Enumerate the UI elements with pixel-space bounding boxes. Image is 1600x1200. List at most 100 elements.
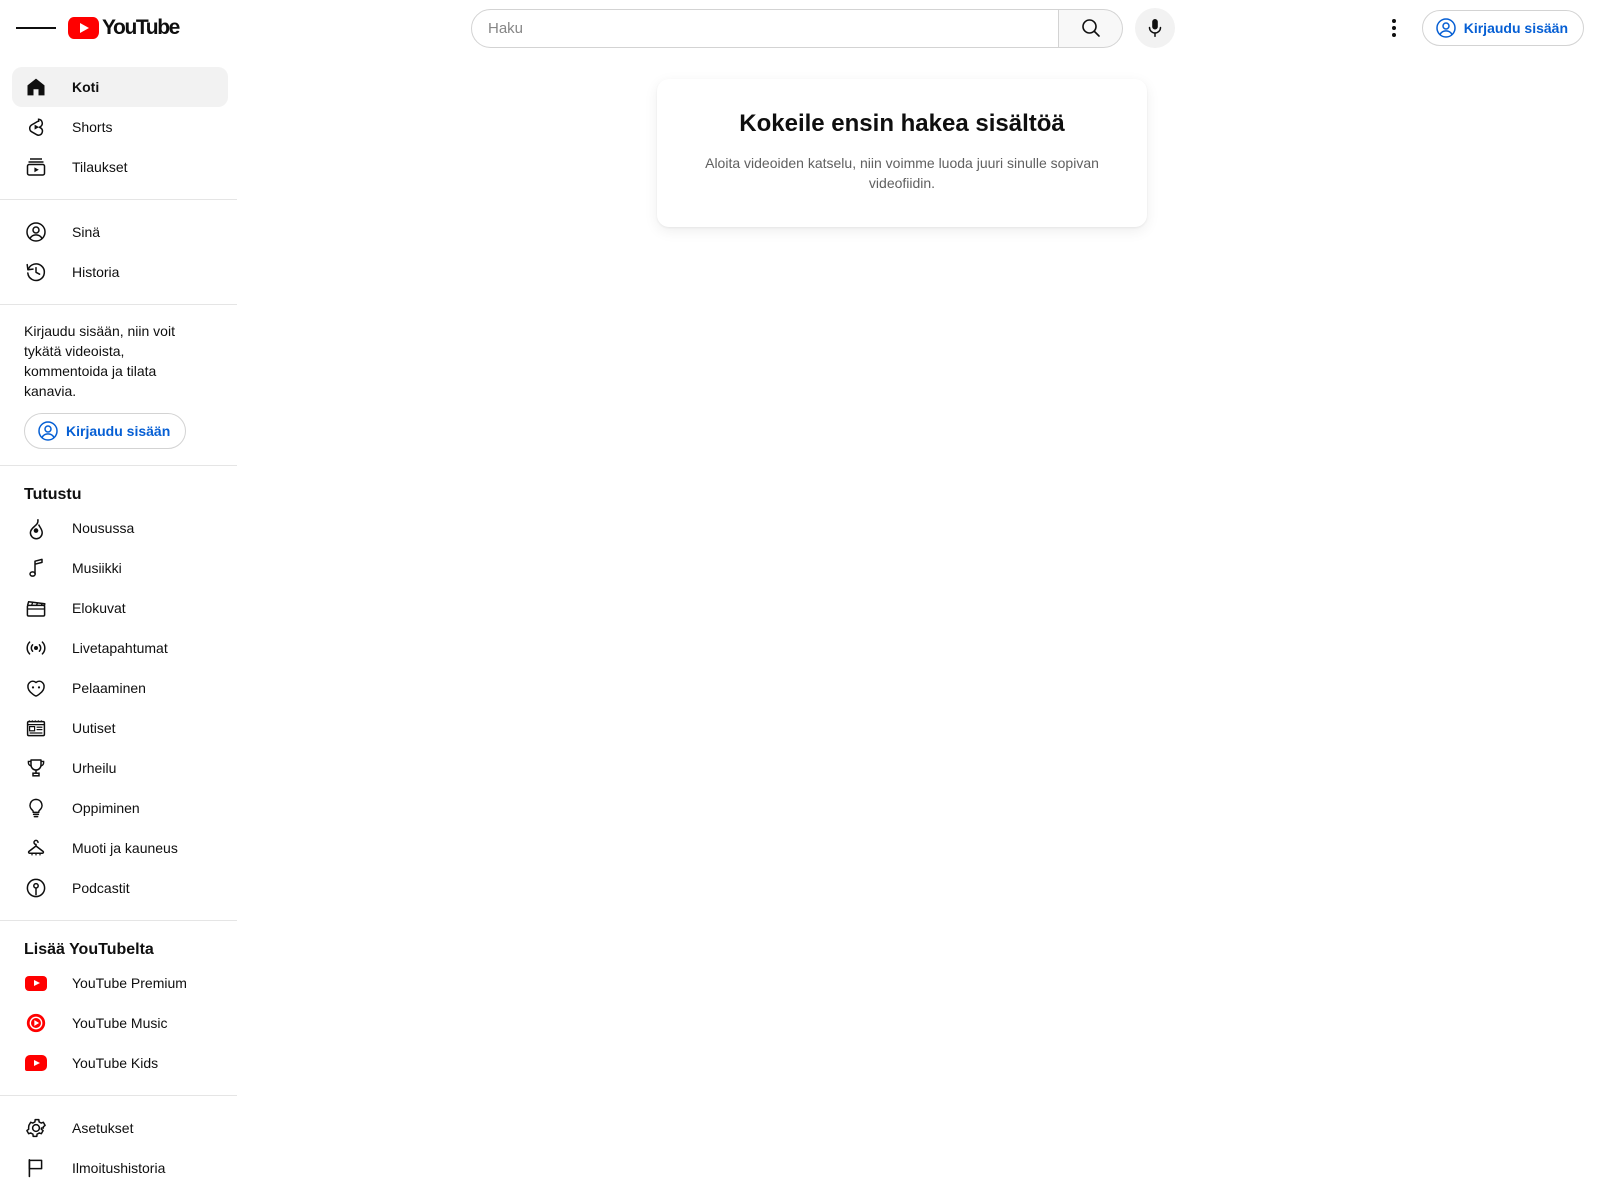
home-icon	[24, 75, 48, 99]
sidebar-label: Tilaukset	[72, 159, 128, 175]
sidebar-item-elokuvat[interactable]: Elokuvat	[12, 588, 228, 628]
kids-badge	[25, 1055, 47, 1071]
hanger-icon	[24, 836, 48, 860]
sidebar-item-youtube-music[interactable]: YouTube Music	[12, 1003, 228, 1043]
youtube-music-icon	[24, 1011, 48, 1035]
shorts-icon	[24, 115, 48, 139]
kebab-dot	[1391, 25, 1396, 30]
signin-button-label: Kirjaudu sisään	[66, 423, 171, 439]
sidebar-item-uutiset[interactable]: Uutiset	[12, 708, 228, 748]
sidebar-item-tilaukset[interactable]: Tilaukset	[12, 147, 228, 187]
signin-button-header[interactable]: Kirjaudu sisään	[1421, 9, 1584, 46]
play-triangle	[34, 1060, 40, 1066]
sidebar-footer-section: Asetukset Ilmoitushistoria	[0, 1096, 240, 1200]
topbar-left-group: YouTube	[16, 0, 180, 55]
newspaper-icon	[24, 716, 48, 740]
sidebar-label: Historia	[72, 264, 120, 280]
sidebar-item-podcastit[interactable]: Podcastit	[12, 868, 228, 908]
flag-icon	[24, 1156, 48, 1180]
sidebar-item-ilmoitushistoria[interactable]: Ilmoitushistoria	[12, 1148, 228, 1188]
sidebar-item-youtube-premium[interactable]: YouTube Premium	[12, 963, 228, 1003]
sidebar-label: Ilmoitushistoria	[72, 1160, 166, 1176]
sidebar-label: Urheilu	[72, 760, 117, 776]
sidebar-label: YouTube Music	[72, 1015, 168, 1031]
sidebar-label: Oppiminen	[72, 800, 140, 816]
kebab-dot	[1391, 32, 1396, 37]
youtube-play-icon	[68, 16, 99, 39]
sidebar-label: Uutiset	[72, 720, 116, 736]
podcast-icon	[24, 876, 48, 900]
sidebar-item-pelaaminen[interactable]: Pelaaminen	[12, 668, 228, 708]
hamburger-bar	[16, 26, 30, 29]
sidebar-item-nousussa[interactable]: Nousussa	[12, 508, 228, 548]
sidebar-label: Musiikki	[72, 560, 122, 576]
youtube-premium-icon	[24, 971, 48, 995]
voice-search-button[interactable]	[1135, 8, 1175, 48]
search-button[interactable]	[1059, 8, 1123, 48]
play-triangle	[34, 980, 40, 986]
music-note-icon	[24, 556, 48, 580]
sidebar-item-oppiminen[interactable]: Oppiminen	[12, 788, 228, 828]
youtube-logo-text: YouTube	[102, 15, 180, 39]
main-content: Kokeile ensin hakea sisältöä Aloita vide…	[240, 55, 1600, 1200]
youtube-kids-icon	[24, 1051, 48, 1075]
sidebar-item-koti[interactable]: Koti	[12, 67, 228, 107]
sidebar-label: YouTube Premium	[72, 975, 187, 991]
sidebar-explore-section: Tutustu Nousussa Musiikki Elokuvat Livet…	[0, 466, 240, 920]
sidebar-label: Nousussa	[72, 520, 135, 536]
subscriptions-icon	[24, 155, 48, 179]
search-area	[471, 8, 1175, 48]
sidebar-label: Asetukset	[72, 1120, 134, 1136]
sidebar-item-livetapahtumat[interactable]: Livetapahtumat	[12, 628, 228, 668]
sidebar-label: Podcastit	[72, 880, 130, 896]
hamburger-menu-icon[interactable]	[16, 8, 56, 48]
more-vertical-icon[interactable]	[1374, 8, 1414, 48]
empty-feed-subtitle: Aloita videoiden katselu, niin voimme lu…	[705, 155, 1099, 191]
empty-feed-title: Kokeile ensin hakea sisältöä	[739, 110, 1065, 137]
top-navigation-bar: YouTube Haku Kirjaudu sisään	[0, 0, 1600, 55]
hamburger-bar	[42, 26, 56, 29]
clapperboard-icon	[24, 596, 48, 620]
live-broadcast-icon	[24, 636, 48, 660]
gaming-controller-icon	[24, 676, 48, 700]
sidebar-item-sina[interactable]: Sinä	[12, 212, 228, 252]
sidebar-item-musiikki[interactable]: Musiikki	[12, 548, 228, 588]
sidebar-label: Sinä	[72, 224, 101, 240]
topbar-right-group: Kirjaudu sisään	[1374, 0, 1584, 55]
gear-icon	[24, 1116, 48, 1140]
sidebar: Koti Shorts Tilaukset Sinä Historia Kirj…	[0, 55, 240, 1200]
sidebar-item-asetukset[interactable]: Asetukset	[12, 1108, 228, 1148]
sidebar-item-historia[interactable]: Historia	[12, 252, 228, 292]
hamburger-bar	[29, 26, 43, 29]
sidebar-label: Shorts	[72, 119, 113, 135]
account-circle-icon	[24, 220, 48, 244]
search-box[interactable]	[471, 8, 1059, 48]
sidebar-item-urheilu[interactable]: Urheilu	[12, 748, 228, 788]
sidebar-label: Muoti ja kauneus	[72, 840, 178, 856]
search-input[interactable]	[488, 9, 1058, 47]
trending-icon	[24, 516, 48, 540]
premium-badge	[25, 975, 47, 991]
history-icon	[24, 260, 48, 284]
play-triangle	[80, 22, 89, 33]
kebab-dot	[1391, 18, 1396, 23]
account-circle-icon	[1435, 17, 1456, 38]
youtube-logo[interactable]: YouTube	[68, 15, 180, 40]
account-circle-icon	[38, 421, 58, 441]
signin-button-sidebar[interactable]: Kirjaudu sisään	[24, 413, 187, 449]
sidebar-primary-section: Koti Shorts Tilaukset	[0, 55, 240, 199]
signin-button-label: Kirjaudu sisään	[1463, 19, 1568, 36]
search-icon	[1081, 19, 1100, 37]
sidebar-item-shorts[interactable]: Shorts	[12, 107, 228, 147]
sidebar-label: Elokuvat	[72, 600, 126, 616]
sidebar-label: YouTube Kids	[72, 1055, 159, 1071]
sidebar-personal-section: Sinä Historia	[0, 200, 240, 304]
trophy-icon	[24, 756, 48, 780]
sidebar-label: Pelaaminen	[72, 680, 146, 696]
microphone-icon	[1148, 19, 1162, 38]
sidebar-item-youtube-kids[interactable]: YouTube Kids	[12, 1043, 228, 1083]
sidebar-item-muoti-ja-kauneus[interactable]: Muoti ja kauneus	[12, 828, 228, 868]
section-title-lisaa-youtubelta: Lisää YouTubelta	[24, 941, 154, 958]
sidebar-more-section: Lisää YouTubelta YouTube Premium YouTube…	[0, 921, 240, 1095]
lightbulb-icon	[24, 796, 48, 820]
